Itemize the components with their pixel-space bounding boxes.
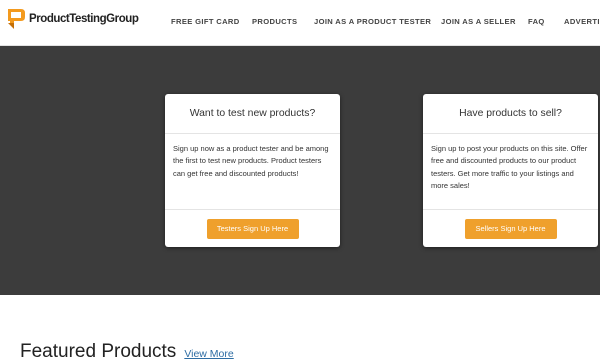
tester-signup-card: Want to test new products? Sign up now a… [165,94,340,247]
testers-signup-button[interactable]: Testers Sign Up Here [206,219,299,239]
tester-card-title: Want to test new products? [165,94,340,134]
tester-card-body: Sign up now as a product tester and be a… [165,134,340,210]
ptg-logo-icon [6,8,26,30]
nav-advertise[interactable]: ADVERTIS [564,17,600,26]
site-header: ProductTestingGroup FREE GIFT CARD PRODU… [0,0,600,46]
nav-join-as-product-tester[interactable]: JOIN AS A PRODUCT TESTER [314,17,431,26]
nav-faq[interactable]: FAQ [528,17,545,26]
nav-free-gift-card[interactable]: FREE GIFT CARD [171,17,240,26]
hero-section: Want to test new products? Sign up now a… [0,46,600,295]
seller-card-title: Have products to sell? [423,94,598,134]
seller-card-footer: Sellers Sign Up Here [423,210,598,247]
sellers-signup-button[interactable]: Sellers Sign Up Here [464,219,557,239]
seller-card-body: Sign up to post your products on this si… [423,134,598,210]
tester-card-footer: Testers Sign Up Here [165,210,340,247]
featured-products-title: Featured Products [20,341,177,362]
featured-header: Featured Products View More [20,341,234,363]
logo-text: ProductTestingGroup [29,13,139,25]
site-logo[interactable]: ProductTestingGroup [6,7,139,31]
seller-signup-card: Have products to sell? Sign up to post y… [423,94,598,247]
nav-join-as-seller[interactable]: JOIN AS A SELLER [441,17,516,26]
nav-products[interactable]: PRODUCTS [252,17,297,26]
view-more-link[interactable]: View More [184,348,233,360]
